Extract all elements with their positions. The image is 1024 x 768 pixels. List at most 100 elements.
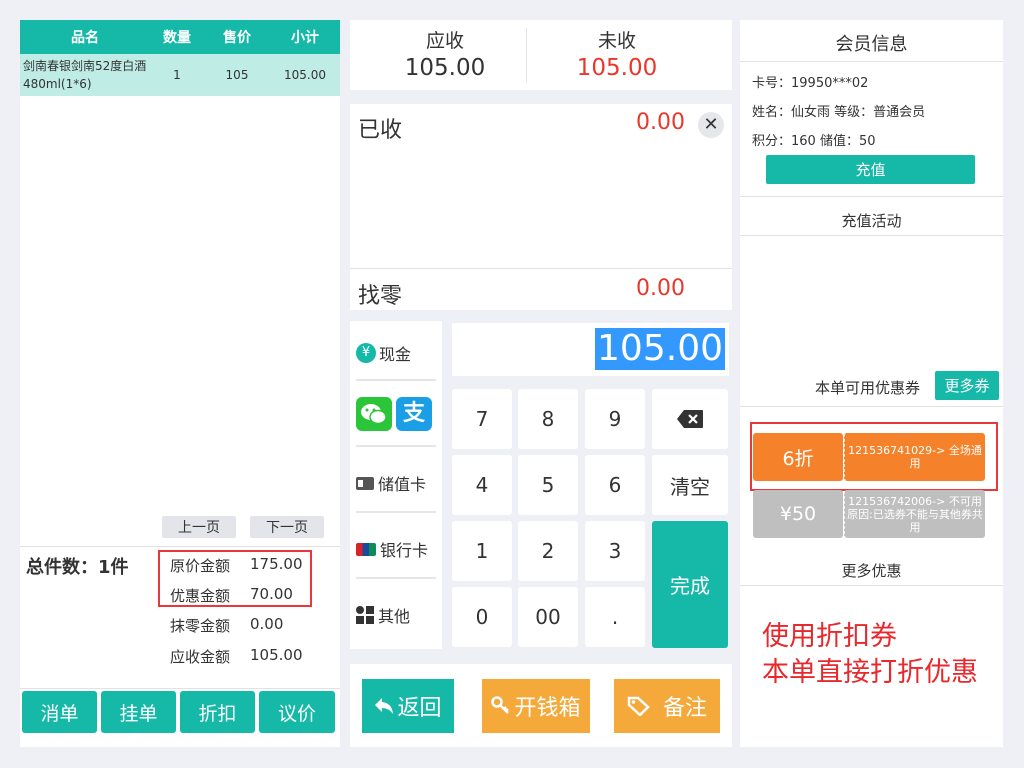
- coupon-cash-value[interactable]: ¥50: [753, 490, 843, 538]
- key-dot[interactable]: .: [585, 587, 645, 647]
- change-label: 找零: [358, 284, 403, 309]
- amount-input[interactable]: 105.00: [452, 323, 729, 376]
- cash-label: 现金: [379, 345, 412, 364]
- item-subtotal: 105.00: [284, 68, 326, 82]
- item-qty: 1: [173, 68, 181, 82]
- col-subtotal-header: 小计: [291, 30, 319, 46]
- received-panel: 已收 0.00 ✕ 找零 0.00: [350, 104, 732, 310]
- next-page-button[interactable]: 下一页: [250, 516, 324, 538]
- other-label: 其他: [378, 607, 411, 626]
- member-points-balance: 积分：160 储值：50: [752, 134, 876, 149]
- bank-card-payment[interactable]: 银行卡: [356, 537, 436, 561]
- receivable-block: 应收 105.00: [350, 20, 540, 90]
- alipay-icon: 支: [396, 397, 432, 431]
- key-00[interactable]: 00: [518, 587, 578, 647]
- due-amount-row: 应收金额 105.00: [170, 646, 303, 667]
- received-value: 0.00: [636, 110, 685, 135]
- open-cashbox-label: 开钱箱: [514, 696, 581, 721]
- key-5[interactable]: 5: [518, 455, 578, 515]
- back-label: 返回: [397, 696, 442, 721]
- table-row[interactable]: 剑南春银剑南52度白酒480ml(1*6) 1 105 105.00: [20, 54, 340, 96]
- key-2[interactable]: 2: [518, 521, 578, 581]
- key-9[interactable]: 9: [585, 389, 645, 449]
- recharge-activity-title: 充值活动: [841, 212, 902, 230]
- rounding-amount-label: 抹零金额: [170, 617, 231, 635]
- cancel-order-button[interactable]: 消单: [22, 691, 97, 733]
- prev-page-button[interactable]: 上一页: [162, 516, 236, 538]
- totals-section: 总件数：1件 原价金额 175.00 优惠金额 70.00 抹零金额 0.00 …: [20, 546, 340, 678]
- key-1[interactable]: 1: [452, 521, 512, 581]
- member-name-level: 姓名：仙女雨 等级：普通会员: [752, 105, 926, 120]
- annotation-line-1: 使用折扣券: [762, 621, 897, 652]
- divider: [356, 445, 436, 447]
- item-price: 105: [225, 68, 249, 82]
- col-name-header: 品名: [71, 30, 99, 46]
- close-icon[interactable]: ✕: [698, 112, 724, 138]
- unpaid-value: 105.00: [576, 55, 658, 81]
- due-amount-label: 应收金额: [170, 648, 231, 666]
- key-6[interactable]: 6: [585, 455, 645, 515]
- member-card-number: 卡号：19950***02: [752, 76, 869, 91]
- mobile-payment[interactable]: 支: [356, 397, 436, 431]
- wechat-icon: [356, 397, 392, 431]
- divider: [740, 406, 1003, 407]
- total-count: 总件数：1件: [26, 557, 129, 578]
- col-price-header: 售价: [223, 30, 251, 46]
- divider: [356, 577, 436, 579]
- received-label: 已收: [358, 118, 403, 143]
- backspace-key[interactable]: [652, 389, 728, 449]
- stored-card-payment[interactable]: 储值卡: [356, 471, 436, 495]
- receivable-label: 应收: [425, 30, 464, 52]
- clear-key[interactable]: 清空: [652, 455, 728, 515]
- due-amount-value: 105.00: [250, 646, 303, 664]
- bank-card-label: 银行卡: [380, 541, 429, 560]
- key-icon: [491, 696, 510, 714]
- change-value: 0.00: [636, 276, 685, 301]
- key-7[interactable]: 7: [452, 389, 512, 449]
- back-button[interactable]: 返回: [362, 679, 454, 733]
- divider: [350, 268, 732, 269]
- divider: [740, 235, 1003, 236]
- negotiate-price-button[interactable]: 议价: [259, 691, 335, 733]
- item-name: 剑南春银剑南52度白酒480ml(1*6): [23, 59, 147, 91]
- annotation-line-2: 本单直接打折优惠: [762, 657, 978, 688]
- note-button[interactable]: 备注: [614, 679, 720, 733]
- amount-input-value: 105.00: [595, 328, 725, 370]
- divider: [740, 196, 1003, 197]
- done-key[interactable]: 完成: [652, 521, 728, 648]
- more-offers-title: 更多优惠: [841, 562, 902, 580]
- key-3[interactable]: 3: [585, 521, 645, 581]
- unionpay-icon: [356, 542, 376, 556]
- divider: [356, 379, 436, 381]
- divider: [740, 585, 1003, 586]
- apps-icon: [356, 606, 374, 624]
- tag-icon: [627, 696, 650, 716]
- highlight-box: [158, 550, 312, 607]
- unpaid-label: 未收: [597, 30, 636, 52]
- cash-payment[interactable]: ¥ 现金: [356, 341, 436, 365]
- discount-button[interactable]: 折扣: [180, 691, 255, 733]
- other-payment[interactable]: 其他: [356, 603, 436, 627]
- col-qty-header: 数量: [163, 30, 191, 46]
- action-bar: 返回 开钱箱 备注: [350, 664, 732, 747]
- order-panel: 品名 数量 售价 小计 剑南春银剑南52度白酒480ml(1*6) 1 105 …: [20, 20, 340, 747]
- unpaid-block: 未收 105.00: [522, 20, 712, 90]
- coupon-cash-desc[interactable]: 121536742006-> 不可用原因:已选券不能与其他券共用: [844, 490, 985, 538]
- more-coupons-button[interactable]: 更多券: [935, 371, 999, 400]
- highlight-box: [750, 422, 998, 491]
- key-4[interactable]: 4: [452, 455, 512, 515]
- rounding-amount-value: 0.00: [250, 615, 284, 633]
- note-label: 备注: [662, 696, 707, 721]
- amounts-panel: 应收 105.00 未收 105.00: [350, 20, 732, 90]
- key-0[interactable]: 0: [452, 587, 512, 647]
- divider: [740, 61, 1003, 62]
- open-cashbox-button[interactable]: 开钱箱: [482, 679, 590, 733]
- rounding-amount-row: 抹零金额 0.00: [170, 615, 283, 636]
- member-title: 会员信息: [835, 34, 908, 55]
- recharge-button[interactable]: 充值: [766, 155, 975, 184]
- receivable-value: 105.00: [404, 55, 486, 81]
- yen-icon: ¥: [356, 343, 376, 363]
- divider: [356, 511, 436, 513]
- key-8[interactable]: 8: [518, 389, 578, 449]
- hold-order-button[interactable]: 挂单: [101, 691, 176, 733]
